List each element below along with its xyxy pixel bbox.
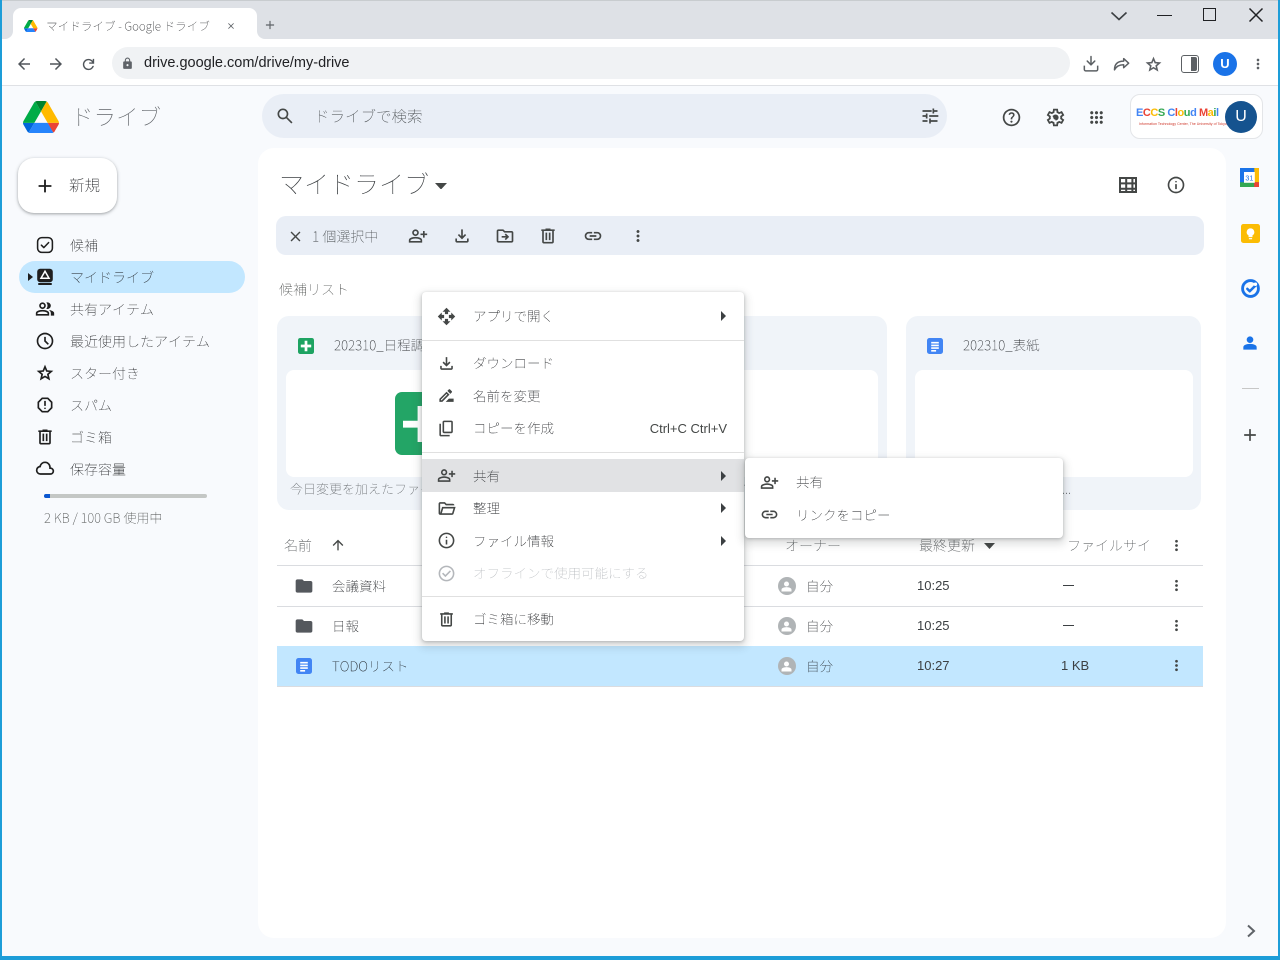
svg-text:31: 31 xyxy=(1245,173,1253,182)
